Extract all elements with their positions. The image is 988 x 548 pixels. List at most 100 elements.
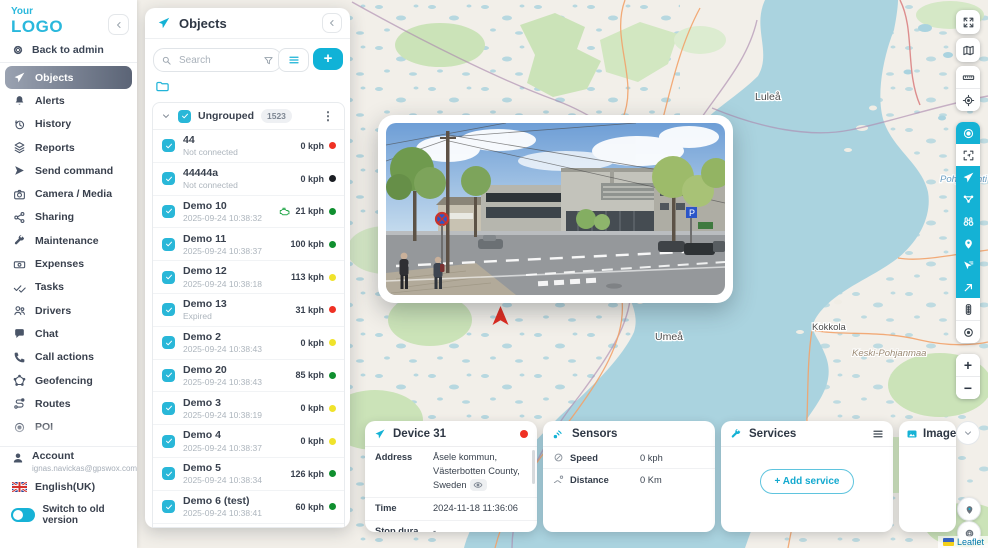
map-tool-button[interactable]: [956, 122, 980, 144]
sidebar-item[interactable]: Tasks: [0, 276, 137, 299]
object-list-item[interactable]: Demo 3 2025-09-24 10:38:19 0 kph: [153, 392, 344, 425]
group-menu-button[interactable]: ⋮: [318, 109, 338, 123]
object-checkbox[interactable]: [162, 336, 175, 349]
services-menu-button[interactable]: [872, 428, 884, 440]
object-list-item[interactable]: Demo 11 2025-09-24 10:38:37 100 kph: [153, 228, 344, 261]
sidebar-item-icon: [13, 258, 26, 271]
object-group-header[interactable]: Ungrouped 1523 ⋮: [153, 103, 344, 130]
object-checkbox[interactable]: [162, 139, 175, 152]
object-checkbox[interactable]: [162, 500, 175, 513]
sidebar-item[interactable]: Objects: [5, 66, 132, 89]
sidebar-item[interactable]: POI: [0, 415, 137, 438]
object-list-item[interactable]: Demo 12 2025-09-24 10:38:18 113 kph: [153, 261, 344, 294]
object-checkbox[interactable]: [162, 467, 175, 480]
object-checkbox[interactable]: [162, 238, 175, 251]
object-checkbox[interactable]: [162, 172, 175, 185]
sidebar-item[interactable]: Alerts: [0, 89, 137, 112]
objects-panel-collapse-button[interactable]: [322, 13, 342, 33]
object-checkbox[interactable]: [162, 402, 175, 415]
account-menu[interactable]: Account ignas.navickas@gpswox.com: [0, 450, 149, 473]
zoom-in-button[interactable]: +: [956, 354, 980, 376]
check-icon: [165, 339, 173, 347]
object-list-item[interactable]: Demo 7 2025-09-24 10:38:15 11 kph: [153, 524, 344, 528]
object-list-item[interactable]: Demo 5 2025-09-24 10:38:34 126 kph: [153, 458, 344, 491]
map-tool-button[interactable]: [956, 210, 980, 232]
object-list-item[interactable]: Demo 6 (test) 2025-09-24 10:38:41 60 kph: [153, 491, 344, 524]
app-window: Luleå Umeå Kokkola Keski-Pohjanmaa Pohja…: [0, 0, 988, 548]
map-tool-button[interactable]: [956, 38, 980, 62]
scrollbar[interactable]: [532, 450, 535, 484]
sidebar-item[interactable]: History: [0, 113, 137, 136]
object-list-item[interactable]: 44444a Not connected 0 kph: [153, 163, 344, 196]
zoom-out-button[interactable]: −: [956, 376, 980, 399]
sidebar-item[interactable]: Geofencing: [0, 369, 137, 392]
bottom-panels-collapse-button[interactable]: [956, 421, 980, 445]
back-to-admin-button[interactable]: Back to admin: [0, 40, 149, 60]
list-view-button[interactable]: [278, 48, 309, 72]
sidebar-item[interactable]: Send command: [0, 159, 137, 182]
object-list-item[interactable]: Demo 4 2025-09-24 10:38:37 0 kph: [153, 425, 344, 458]
object-list-item[interactable]: 44 Not connected 0 kph: [153, 130, 344, 163]
status-dot: [329, 241, 336, 248]
object-checkbox[interactable]: [162, 303, 175, 316]
map-tool-button[interactable]: [956, 232, 980, 254]
object-name: Demo 2: [183, 331, 292, 343]
map-tool-button[interactable]: [956, 188, 980, 210]
sidebar-item[interactable]: Chat: [0, 322, 137, 345]
object-list-item[interactable]: Demo 2 2025-09-24 10:38:43 0 kph: [153, 327, 344, 360]
map-tool-button[interactable]: [956, 88, 980, 111]
map-tool-button[interactable]: [956, 298, 980, 320]
object-list-item[interactable]: Demo 10 2025-09-24 10:38:32 21 kph: [153, 196, 344, 229]
sidebar-item[interactable]: Camera / Media: [0, 182, 137, 205]
switch-old-version[interactable]: Switch to old version: [0, 504, 137, 526]
group-checkbox[interactable]: [178, 110, 191, 123]
menu-icon: [288, 54, 300, 66]
status-dot: [329, 142, 336, 149]
object-checkbox[interactable]: [162, 369, 175, 382]
search-box[interactable]: [153, 48, 282, 72]
sidebar-item[interactable]: Expenses: [0, 252, 137, 275]
map-tool-button[interactable]: [956, 320, 980, 343]
map-tool-button[interactable]: [956, 10, 980, 34]
detail-label: Address: [375, 451, 433, 493]
sidebar-item-icon: [13, 281, 26, 294]
sidebar-item-label: History: [35, 118, 71, 130]
add-object-button[interactable]: +: [313, 48, 343, 70]
groups-folder-button[interactable]: [155, 79, 170, 94]
chevron-down-icon[interactable]: [161, 111, 171, 121]
map-tool-button[interactable]: [956, 254, 980, 276]
marker-pin-button[interactable]: [957, 497, 981, 521]
filter-icon[interactable]: [263, 55, 274, 66]
sidebar-item[interactable]: Reports: [0, 136, 137, 159]
object-list-item[interactable]: Demo 20 2025-09-24 10:38:43 85 kph: [153, 360, 344, 393]
object-checkbox[interactable]: [162, 435, 175, 448]
version-toggle[interactable]: [11, 508, 35, 522]
sidebar-item-label: Maintenance: [35, 235, 99, 247]
add-service-button[interactable]: + Add service: [760, 469, 855, 494]
map-tool-button[interactable]: [956, 276, 980, 298]
map-tool-button[interactable]: [956, 66, 980, 88]
sidebar-item[interactable]: Drivers: [0, 299, 137, 322]
sidebar-item[interactable]: Call actions: [0, 346, 137, 369]
sidebar-item-label: Drivers: [35, 305, 71, 317]
sidebar-collapse-button[interactable]: [108, 14, 129, 35]
check-icon: [165, 371, 173, 379]
language-selector[interactable]: English(UK): [0, 481, 95, 493]
back-to-admin-label: Back to admin: [32, 44, 104, 56]
sidebar-item[interactable]: Maintenance: [0, 229, 137, 252]
app-logo[interactable]: Your LOGO: [11, 7, 63, 35]
search-input[interactable]: [177, 54, 258, 67]
object-checkbox[interactable]: [162, 271, 175, 284]
map-attribution[interactable]: Leaflet: [938, 536, 988, 548]
sidebar-item[interactable]: Sharing: [0, 206, 137, 229]
map-tool-button[interactable]: [956, 166, 980, 188]
sensor-value: 0 kph: [640, 453, 663, 463]
eye-icon[interactable]: [470, 479, 487, 491]
sidebar-item-label: Sharing: [35, 211, 74, 223]
map-tool-button[interactable]: [956, 144, 980, 166]
street-view-image[interactable]: P: [386, 123, 725, 295]
device-marker[interactable]: [492, 306, 509, 326]
object-list-item[interactable]: Demo 13 Expired 31 kph: [153, 294, 344, 327]
sidebar-item[interactable]: Routes: [0, 392, 137, 415]
object-checkbox[interactable]: [162, 205, 175, 218]
